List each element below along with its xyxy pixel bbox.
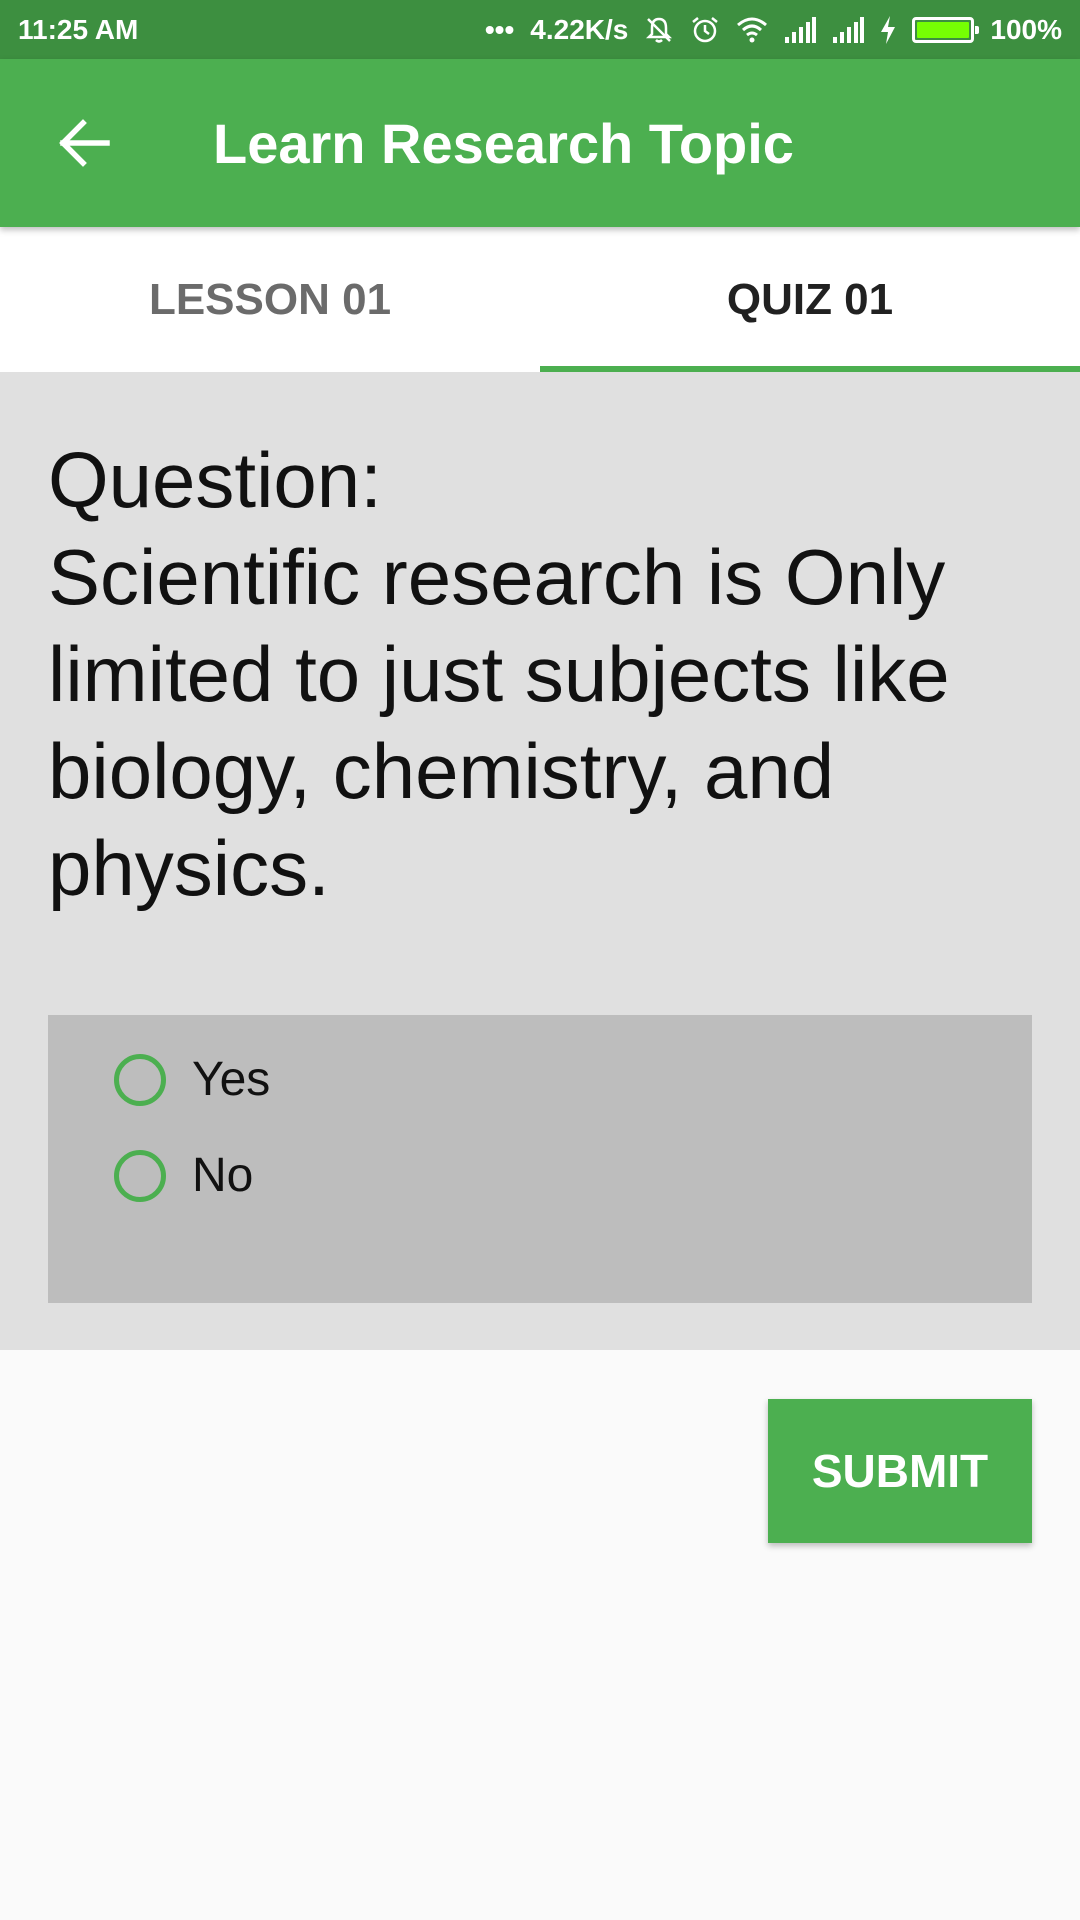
submit-button[interactable]: SUBMIT xyxy=(768,1399,1032,1543)
quiz-panel: Question: Scientific research is Only li… xyxy=(0,372,1080,1350)
signal-icon xyxy=(832,16,865,43)
back-button[interactable] xyxy=(39,98,129,188)
wifi-icon xyxy=(736,16,768,44)
option-no[interactable]: No xyxy=(114,1148,253,1203)
app-bar: Learn Research Topic xyxy=(0,59,1080,227)
answer-options: Yes No xyxy=(48,1015,1032,1303)
option-label: No xyxy=(192,1149,254,1202)
arrow-back-icon xyxy=(59,119,110,167)
battery-percent: 100% xyxy=(990,13,1062,45)
tab-quiz-01[interactable]: QUIZ 01 xyxy=(540,227,1080,372)
radio-button[interactable] xyxy=(114,1053,166,1106)
radio-button[interactable] xyxy=(114,1149,166,1202)
option-yes[interactable]: Yes xyxy=(114,1052,270,1107)
tab-label: LESSON 01 xyxy=(148,274,392,324)
battery-level-fill xyxy=(917,21,970,38)
tab-label: QUIZ 01 xyxy=(726,274,894,324)
status-time: 11:25 AM xyxy=(18,13,139,45)
app-title: Learn Research Topic xyxy=(213,111,794,175)
tab-bar: LESSON 01 QUIZ 01 xyxy=(0,227,1080,372)
status-bar: 11:25 AM ••• 4.22K/s 100% xyxy=(0,0,1080,59)
option-label: Yes xyxy=(192,1053,271,1106)
battery-icon xyxy=(912,16,980,43)
question-text: Scientific research is Only limited to j… xyxy=(48,533,950,912)
status-icons: ••• 4.22K/s 100% xyxy=(485,14,1062,46)
network-speed: 4.22K/s xyxy=(530,13,629,45)
alarm-icon xyxy=(690,15,720,45)
more-dots-icon: ••• xyxy=(484,13,515,45)
silent-icon xyxy=(644,15,674,45)
signal-icon xyxy=(784,16,817,43)
tab-lesson-01[interactable]: LESSON 01 xyxy=(0,227,540,372)
charging-icon xyxy=(880,15,896,44)
question-label: Question: xyxy=(48,436,382,524)
